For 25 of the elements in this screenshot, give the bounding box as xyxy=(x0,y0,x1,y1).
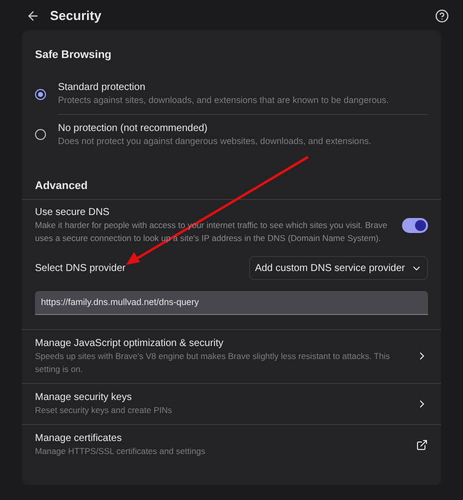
link-description: Manage HTTPS/SSL certificates and settings xyxy=(35,444,206,458)
link-description: Speeds up sites with Brave's V8 engine but makes Brave slightly less resistant to attacks. This setting is on. xyxy=(35,350,391,376)
setting-label: Select DNS provider xyxy=(35,262,127,276)
page-title: Security xyxy=(50,7,102,26)
provider-dropdown[interactable]: Add custom DNS service provider xyxy=(248,256,428,280)
dns-url-field[interactable]: https://family.dns.mullvad.net/dns-query xyxy=(35,290,428,314)
option-title: Standard protection xyxy=(58,81,146,94)
link-title: Manage JavaScript optimization & security xyxy=(35,336,224,350)
section-heading: Safe Browsing xyxy=(34,48,112,63)
toggle-switch[interactable] xyxy=(402,218,428,233)
section-heading: Advanced xyxy=(34,179,89,194)
help-icon xyxy=(435,9,449,23)
external-link-icon xyxy=(416,438,428,450)
link-title: Manage security keys xyxy=(35,390,133,404)
option-description: Protects against sites, downloads, and extensions that are known to be dangerous. xyxy=(58,94,390,107)
external-link-button[interactable] xyxy=(416,438,428,450)
radio-button[interactable] xyxy=(35,129,46,140)
option-description: Does not protect you against dangerous websites, downloads, and extensions. xyxy=(58,135,372,148)
setting-title: Use secure DNS xyxy=(35,206,110,219)
back-icon xyxy=(26,9,40,23)
radio-button[interactable] xyxy=(35,88,46,100)
help-button[interactable] xyxy=(433,7,451,25)
link-title: Manage certificates xyxy=(35,432,123,444)
link-description: Reset security keys and create PINs xyxy=(35,404,174,416)
option-title: No protection (not recommended) xyxy=(58,122,209,135)
